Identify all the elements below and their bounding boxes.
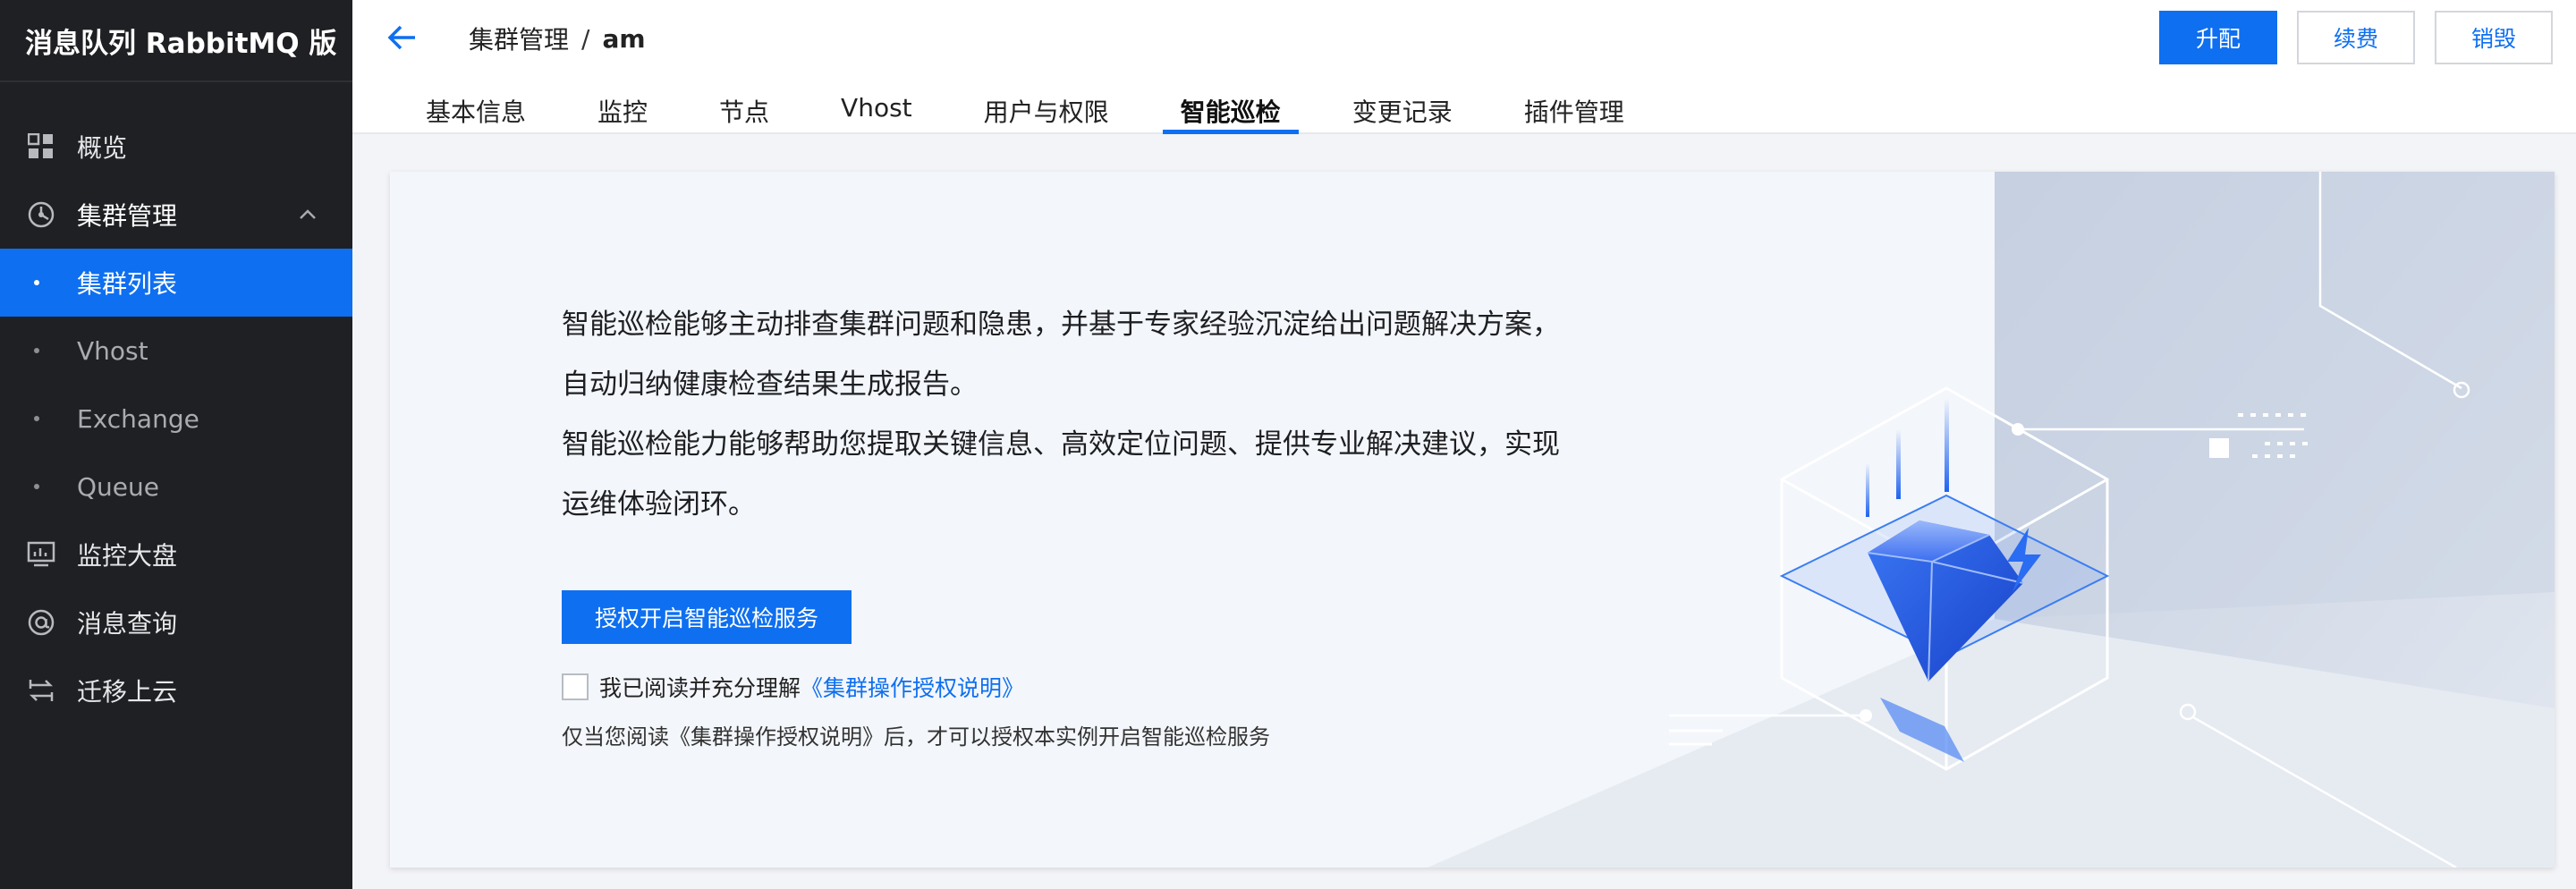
tab-bar: 基本信息 监控 节点 Vhost 用户与权限 智能巡检 变更记录 插件管理 — [408, 86, 1678, 134]
authorization-terms-link[interactable]: 《集群操作授权说明》 — [801, 671, 1024, 703]
sidebar-subitem-cluster-list[interactable]: 集群列表 — [0, 249, 352, 317]
tab-monitoring[interactable]: 监控 — [580, 86, 665, 134]
at-icon — [27, 608, 55, 637]
upgrade-button[interactable]: 升配 — [2159, 11, 2277, 64]
tab-smart-inspection[interactable]: 智能巡检 — [1162, 86, 1299, 134]
description-line: 智能巡检能够主动排查集群问题和隐患，并基于专家经验沉淀给出问题解决方案， — [562, 309, 1560, 341]
sidebar-item-label: 监控大盘 — [77, 541, 178, 571]
agreement-row: 我已阅读并充分理解 《集群操作授权说明》 — [562, 671, 1024, 703]
sidebar-item-label: 集群管理 — [77, 201, 178, 231]
sidebar-item-overview[interactable]: 概览 — [0, 113, 352, 181]
breadcrumb-instance: am — [602, 23, 646, 54]
sidebar-subitem-label: 集群列表 — [77, 269, 178, 299]
smart-inspection-card: 智能巡检能够主动排查集群问题和隐患，并基于专家经验沉淀给出问题解决方案， 自动归… — [390, 172, 2555, 868]
tab-plugins[interactable]: 插件管理 — [1506, 86, 1642, 134]
chevron-up-icon[interactable] — [297, 204, 318, 225]
breadcrumb: 集群管理 / am — [469, 20, 646, 57]
agreement-checkbox[interactable] — [562, 673, 589, 700]
authorize-inspection-button[interactable]: 授权开启智能巡检服务 — [562, 590, 852, 644]
sidebar: 消息队列 RabbitMQ 版 概览 集群管理 集群列表 Vhost Excha… — [0, 0, 352, 889]
monitor-icon — [27, 540, 55, 569]
description-line: 智能巡检能力能够帮助您提取关键信息、高效定位问题、提供专业解决建议，实现 — [562, 428, 1560, 461]
tab-nodes[interactable]: 节点 — [701, 86, 787, 134]
sidebar-item-label: 迁移上云 — [77, 677, 178, 707]
sidebar-subitem-queue[interactable]: Queue — [0, 453, 352, 521]
authorization-note: 仅当您阅读《集群操作授权说明》后，才可以授权本实例开启智能巡检服务 — [562, 724, 1270, 749]
inspection-description: 智能巡检能够主动排查集群问题和隐患，并基于专家经验沉淀给出问题解决方案， 自动归… — [562, 295, 1653, 535]
bullet-icon — [34, 280, 39, 285]
sidebar-subitem-label: Queue — [77, 471, 159, 502]
header-actions: 升配 续费 销毁 — [2159, 11, 2553, 64]
grid-icon — [27, 132, 55, 161]
tab-vhost[interactable]: Vhost — [823, 86, 930, 134]
sidebar-subitem-exchange[interactable]: Exchange — [0, 385, 352, 453]
sidebar-item-migrate[interactable]: 迁移上云 — [0, 656, 352, 724]
description-line: 运维体验闭环。 — [562, 488, 756, 521]
bullet-icon — [34, 348, 39, 353]
agreement-text: 我已阅读并充分理解 — [599, 675, 801, 701]
renew-button[interactable]: 续费 — [2297, 11, 2415, 64]
back-button[interactable] — [385, 21, 420, 54]
sidebar-item-monitor-dashboard[interactable]: 监控大盘 — [0, 521, 352, 588]
migrate-icon — [27, 676, 55, 705]
sidebar-item-message-query[interactable]: 消息查询 — [0, 588, 352, 656]
tab-basic-info[interactable]: 基本信息 — [408, 86, 544, 134]
page-header: 集群管理 / am 升配 续费 销毁 基本信息 监控 节点 Vhost 用户与权… — [352, 0, 2576, 134]
sidebar-item-label: 消息查询 — [77, 609, 178, 639]
sidebar-subitem-label: Exchange — [77, 403, 199, 434]
sidebar-subitem-vhost[interactable]: Vhost — [0, 317, 352, 385]
tab-users-permissions[interactable]: 用户与权限 — [966, 86, 1127, 134]
sidebar-item-cluster-management[interactable]: 集群管理 — [0, 181, 352, 249]
cluster-icon — [27, 200, 55, 229]
sidebar-subitem-label: Vhost — [77, 335, 148, 366]
breadcrumb-section[interactable]: 集群管理 — [469, 21, 569, 56]
destroy-button[interactable]: 销毁 — [2435, 11, 2553, 64]
breadcrumb-separator: / — [581, 23, 590, 54]
description-line: 自动归纳健康检查结果生成报告。 — [562, 368, 978, 401]
bullet-icon — [34, 484, 39, 489]
bullet-icon — [34, 416, 39, 421]
sidebar-title: 消息队列 RabbitMQ 版 — [0, 0, 352, 82]
tab-change-log[interactable]: 变更记录 — [1335, 86, 1470, 134]
sidebar-item-label: 概览 — [77, 133, 128, 163]
arrow-left-icon — [387, 25, 415, 50]
